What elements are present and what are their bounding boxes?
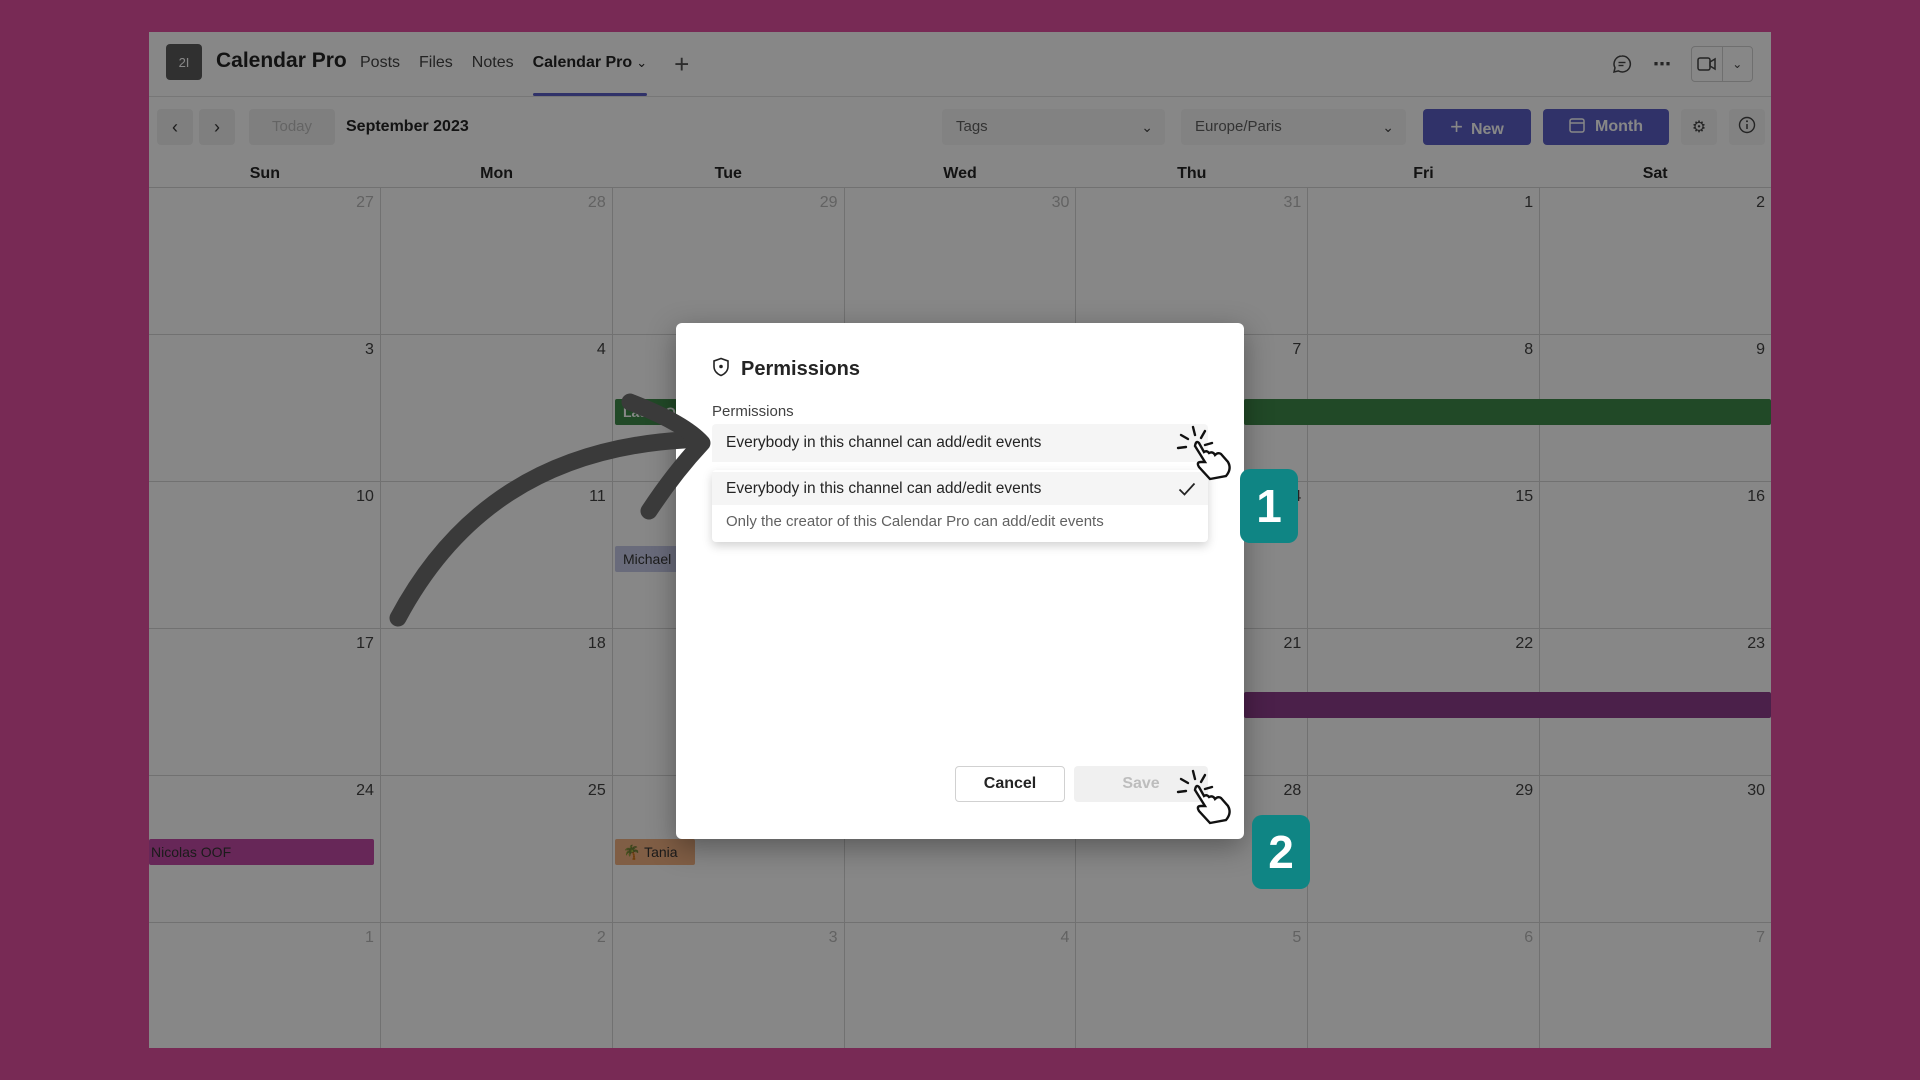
- permission-option-label: Only the creator of this Calendar Pro ca…: [726, 513, 1104, 530]
- step-badge-2: 2: [1252, 815, 1310, 889]
- shield-icon: [712, 357, 730, 382]
- permission-option-label: Everybody in this channel can add/edit e…: [726, 480, 1042, 497]
- permissions-dialog: Permissions Permissions Everybody in thi…: [676, 323, 1244, 839]
- dialog-title: Permissions: [741, 358, 860, 380]
- permission-option-creator-only[interactable]: Only the creator of this Calendar Pro ca…: [712, 505, 1208, 538]
- step-badge-1: 1: [1240, 469, 1298, 543]
- permissions-field-label: Permissions: [712, 403, 794, 420]
- click-hand-icon: [1176, 425, 1231, 481]
- permissions-dropdown[interactable]: Everybody in this channel can add/edit e…: [712, 424, 1208, 462]
- permission-option-everybody[interactable]: Everybody in this channel can add/edit e…: [712, 472, 1208, 505]
- permissions-selected-value: Everybody in this channel can add/edit e…: [726, 434, 1042, 451]
- dialog-header: Permissions: [712, 357, 860, 382]
- permissions-options-list: Everybody in this channel can add/edit e…: [712, 470, 1208, 542]
- cancel-button[interactable]: Cancel: [955, 766, 1065, 802]
- curved-arrow-icon: [389, 393, 711, 627]
- click-hand-icon: [1176, 769, 1231, 825]
